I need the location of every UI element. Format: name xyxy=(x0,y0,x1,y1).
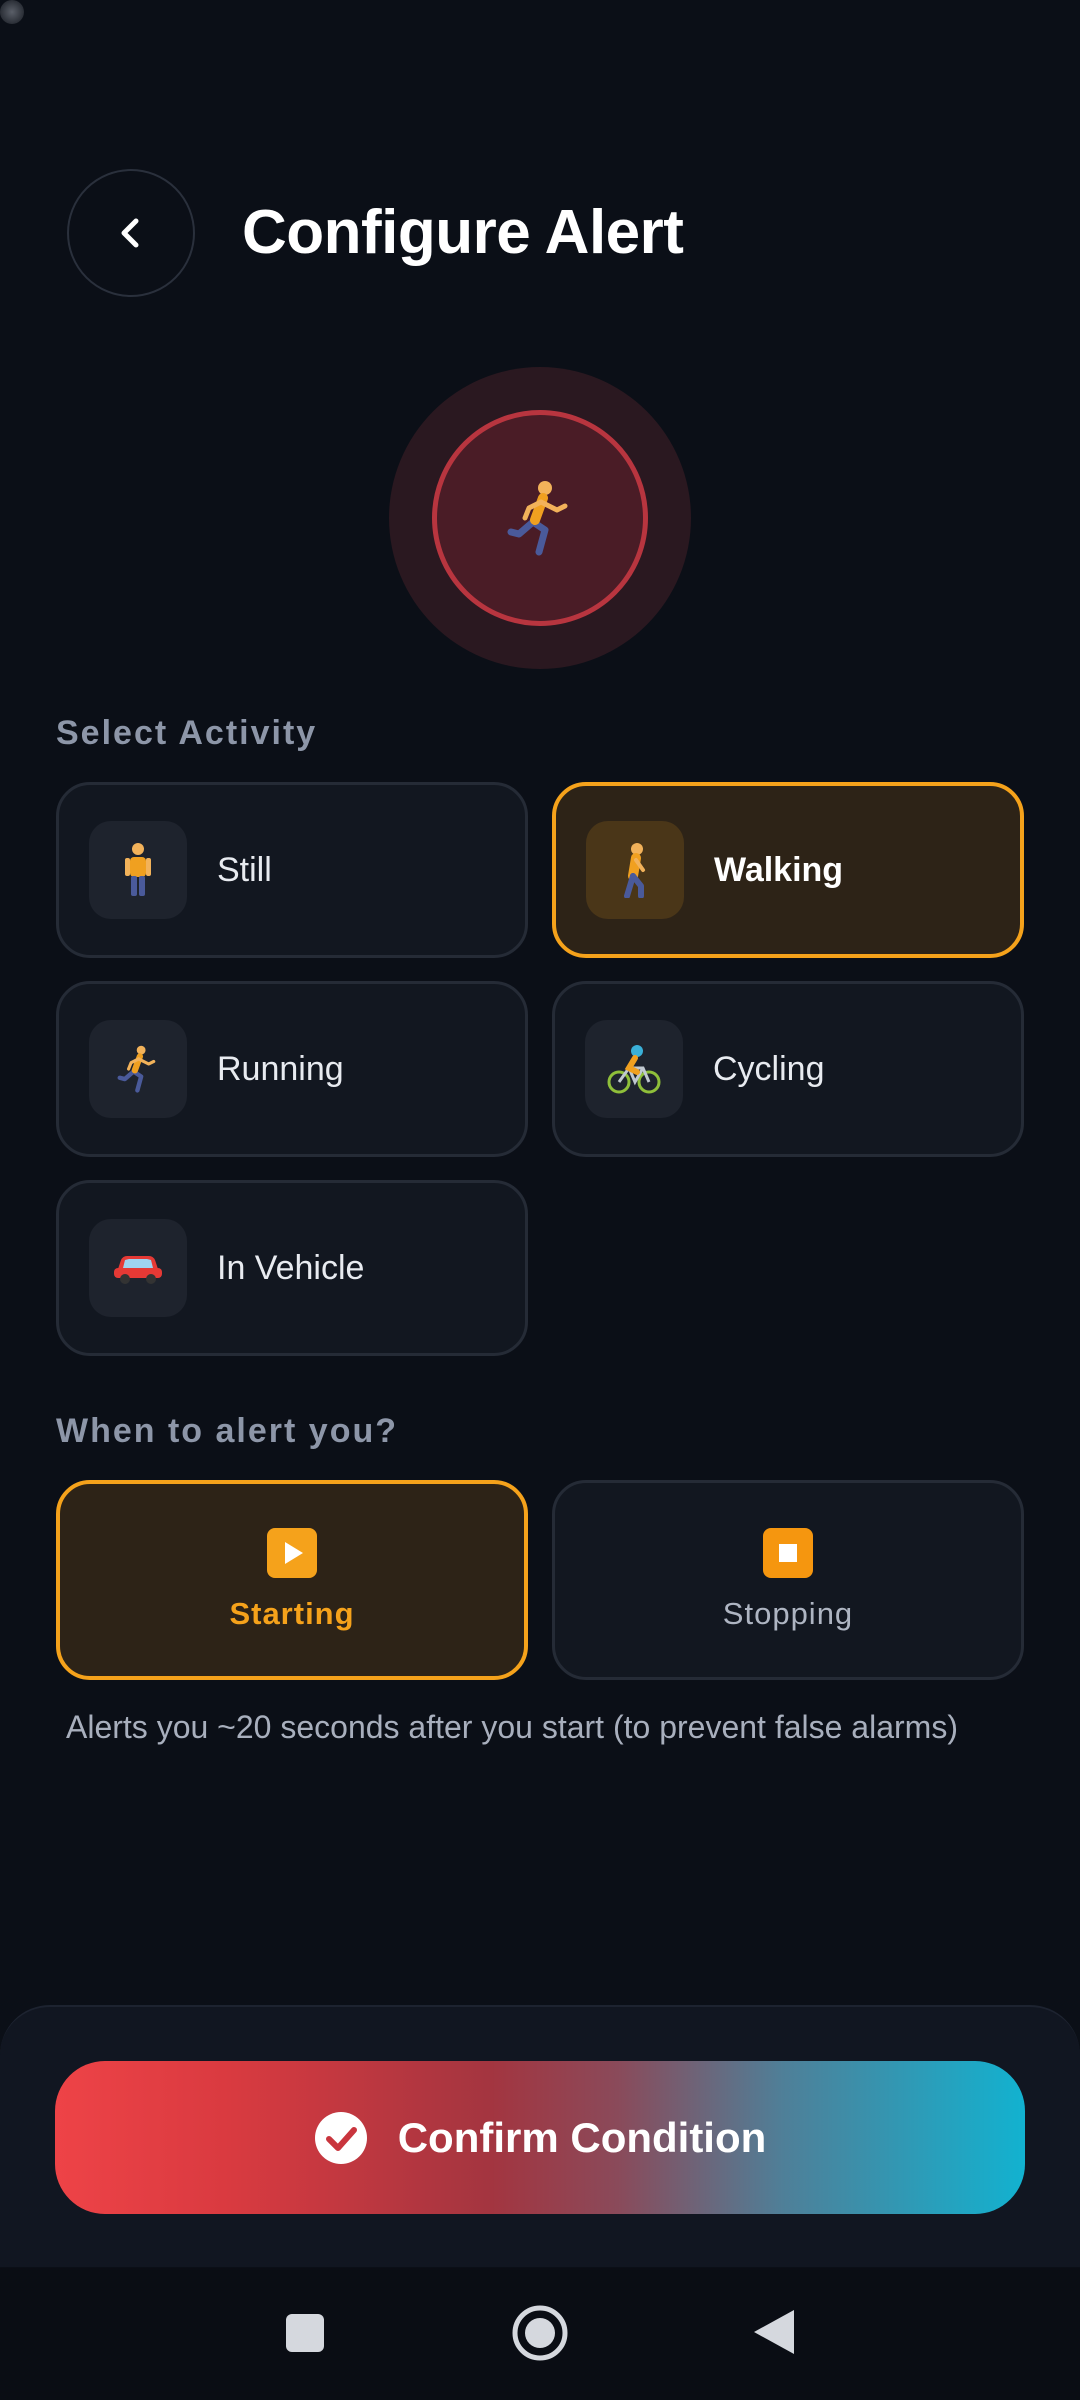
cyclist-icon xyxy=(607,1045,661,1094)
stop-icon xyxy=(763,1528,813,1578)
play-icon xyxy=(267,1528,317,1578)
alert-option-stopping[interactable]: Stopping xyxy=(552,1480,1024,1680)
activity-label: Walking xyxy=(714,850,844,889)
activity-option-in-vehicle[interactable]: In Vehicle xyxy=(56,1180,528,1356)
chevron-left-icon xyxy=(121,218,139,248)
status-indicator xyxy=(0,0,24,24)
activity-icon-box xyxy=(89,1020,187,1118)
alert-helper-text: Alerts you ~20 seconds after you start (… xyxy=(66,1709,958,1745)
activity-icon-box xyxy=(89,1219,187,1317)
system-navigation-bar xyxy=(0,2268,1080,2400)
activity-icon-box xyxy=(585,1020,683,1118)
check-circle-icon xyxy=(314,2111,367,2164)
activity-hero-circle xyxy=(432,410,648,626)
activity-icon-box xyxy=(89,821,187,919)
activity-label: Cycling xyxy=(713,1049,825,1088)
recent-apps-button[interactable] xyxy=(284,2312,326,2354)
select-activity-label: Select Activity xyxy=(56,714,318,752)
home-button[interactable] xyxy=(511,2304,569,2362)
alert-option-label: Starting xyxy=(229,1596,355,1631)
walking-person-icon xyxy=(624,843,645,898)
square-icon xyxy=(286,2314,324,2352)
alert-option-starting[interactable]: Starting xyxy=(56,1480,528,1680)
confirm-condition-button[interactable]: Confirm Condition xyxy=(55,2061,1025,2214)
alert-option-label: Stopping xyxy=(722,1596,854,1631)
triangle-back-icon xyxy=(754,2310,794,2354)
activity-option-still[interactable]: Still xyxy=(56,782,528,958)
back-button[interactable] xyxy=(67,169,195,297)
running-person-icon xyxy=(507,481,568,556)
home-circle-icon xyxy=(512,2305,568,2361)
back-nav-button[interactable] xyxy=(752,2308,796,2356)
activity-option-walking[interactable]: Walking xyxy=(552,782,1024,958)
activity-option-running[interactable]: Running xyxy=(56,981,528,1157)
activity-label: In Vehicle xyxy=(217,1248,365,1287)
activity-label: Still xyxy=(217,850,272,889)
confirm-condition-label: Confirm Condition xyxy=(397,2113,767,2161)
running-person-icon xyxy=(117,1045,156,1093)
configure-alert-screen: Configure Alert Select Activity Still Wa… xyxy=(0,0,1080,2400)
standing-person-icon xyxy=(125,843,151,896)
activity-option-cycling[interactable]: Cycling xyxy=(552,981,1024,1157)
activity-icon-box xyxy=(586,821,684,919)
car-icon xyxy=(114,1256,162,1284)
activity-label: Running xyxy=(217,1049,344,1088)
page-title: Configure Alert xyxy=(242,198,684,267)
when-to-alert-label: When to alert you? xyxy=(56,1412,398,1450)
